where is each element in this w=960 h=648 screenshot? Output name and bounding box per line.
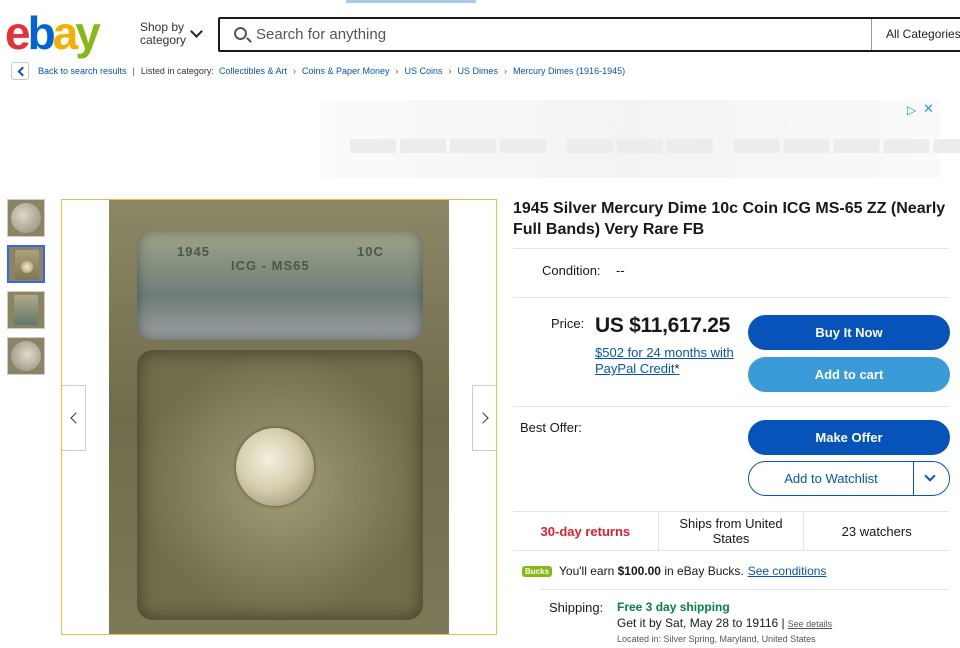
paypal-credit-link[interactable]: $502 for 24 months with PayPal Credit* [595,345,745,377]
logo-letter: a [52,7,79,59]
logo-letter: y [75,7,101,59]
thumbnail[interactable] [7,199,45,237]
divider [540,589,949,590]
item-features-bar: 30-day returns Ships from United States … [513,511,949,551]
chevron-right-icon: › [448,66,452,76]
item-price: US $11,617.25 [595,314,731,337]
breadcrumb-item[interactable]: US Coins [405,66,443,76]
thumbnail-strip [7,199,45,383]
add-to-watchlist-button[interactable]: Add to Watchlist [748,461,950,496]
watchers-count: 23 watchers [803,512,949,550]
ad-image: ▬▬▬▬ ▬▬▬ ▬▬▬▬▬ [350,111,960,163]
slab-year: 1945 [177,244,210,259]
category-select[interactable]: All Categories [871,19,960,50]
advertisement-banner[interactable]: ▬▬▬▬ ▬▬▬ ▬▬▬▬▬ [320,100,960,178]
coin-thumbnail-image [11,341,41,371]
bucks-amount: $100.00 [617,564,661,578]
search-icon [234,27,247,40]
chevron-down-icon[interactable] [190,25,203,38]
chevron-left-icon[interactable] [11,62,29,80]
delivery-estimate-text: Get it by Sat, May 28 to 19116 | [617,616,785,630]
search-input[interactable] [256,19,866,50]
price-label: Price: [551,316,585,331]
logo-letter: e [5,7,31,59]
ships-from: Ships from United States [657,512,804,550]
bucks-text-prefix: You'll earn [559,564,615,578]
breadcrumb-item[interactable]: Collectibles & Art [219,66,287,76]
free-shipping-text: Free 3 day shipping [617,600,730,614]
listed-in-label: Listed in category: [140,66,214,76]
thumbnail-selected[interactable] [7,245,45,283]
mercury-dime-coin [236,428,314,506]
main-product-image[interactable]: 1945 ICG - MS65 10C [61,199,497,635]
divider [513,248,949,249]
shop-by-category-button[interactable]: Shop by category [140,21,190,47]
make-offer-button[interactable]: Make Offer [748,420,950,455]
breadcrumb: Back to search results | Listed in categ… [0,60,960,82]
condition-label: Condition: [542,263,601,278]
ebay-bucks-row: Bucks You'll earn $100.00 in eBay Bucks.… [522,564,826,578]
coin-image [21,261,33,273]
chevron-right-icon: › [292,66,296,76]
divider [513,297,949,298]
item-location: Located in: Silver Spring, Maryland, Uni… [617,634,816,644]
bucks-text-suffix: in eBay Bucks. [664,564,744,578]
see-conditions-link[interactable]: See conditions [748,564,827,578]
close-icon[interactable]: ✕ [923,101,934,117]
breadcrumb-item[interactable]: Coins & Paper Money [302,66,390,76]
previous-image-button[interactable] [62,385,86,451]
finance-footnote: * [674,361,680,376]
slab-denomination: 10C [357,244,384,259]
chevron-right-icon: › [504,66,508,76]
chevron-right-icon: › [395,66,399,76]
header: ebay Shop by category All Categories [0,0,960,58]
bucks-badge-icon: Bucks [522,565,553,577]
back-to-search-link[interactable]: Back to search results [38,66,127,76]
thumbnail[interactable] [7,337,45,375]
breadcrumb-item[interactable]: Mercury Dimes (1916-1945) [513,66,625,76]
thumbnail[interactable] [7,291,45,329]
ad-choices-icon[interactable]: ▷ [907,103,916,117]
delivery-estimate: Get it by Sat, May 28 to 19116 | See deta… [617,616,832,630]
coin-thumbnail-image [11,203,41,233]
search-bar: All Categories [218,17,960,52]
ebay-logo[interactable]: ebay [5,7,101,59]
watchlist-divider [913,462,914,496]
returns-policy: 30-day returns [540,523,631,539]
finance-text: $502 for 24 months with PayPal Credit [595,345,734,376]
add-to-cart-button[interactable]: Add to cart [748,357,950,392]
buy-it-now-button[interactable]: Buy It Now [748,315,950,350]
condition-value: -- [616,263,625,278]
breadcrumb-separator: | [132,66,135,76]
next-image-button[interactable] [472,385,496,451]
logo-letter: b [27,7,56,59]
shop-by-category-label: Shop by category [140,20,187,47]
best-offer-label: Best Offer: [520,420,582,435]
graded-slab-photo: 1945 ICG - MS65 10C [109,200,449,634]
breadcrumb-item[interactable]: US Dimes [458,66,499,76]
shipping-label: Shipping: [549,600,604,615]
slab-grade: ICG - MS65 [231,258,310,273]
item-title: 1945 Silver Mercury Dime 10c Coin ICG MS… [513,200,946,238]
see-details-link[interactable]: See details [788,619,833,629]
slab-thumbnail-image [14,295,38,325]
divider [513,406,949,407]
